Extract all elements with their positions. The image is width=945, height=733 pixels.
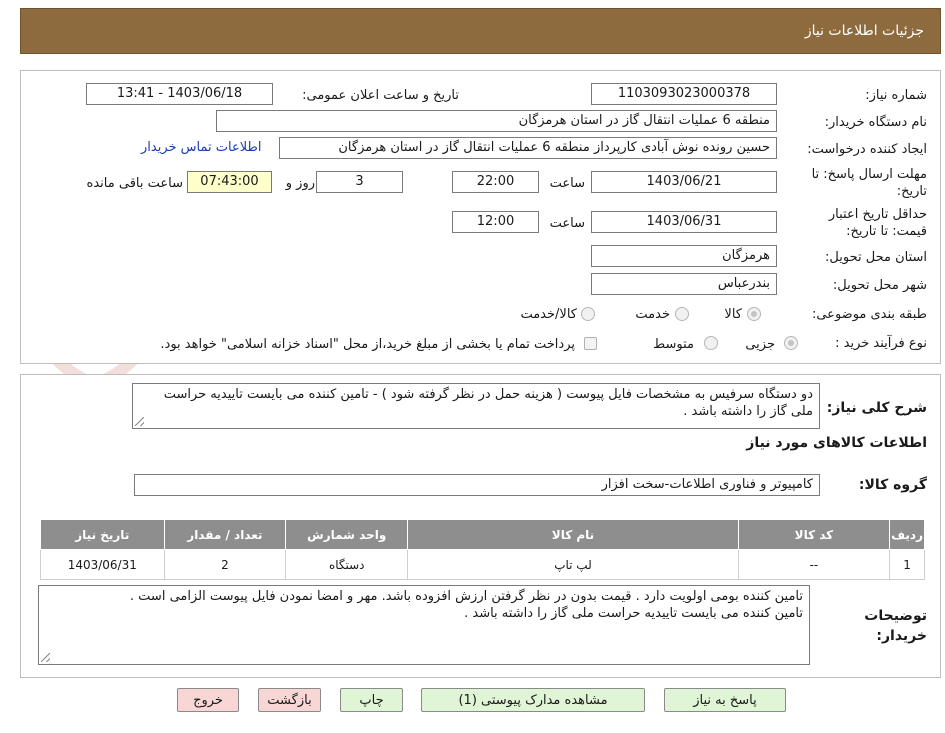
announce-label: تاریخ و ساعت اعلان عمومی: xyxy=(302,88,459,103)
process-minor-label: جزیی xyxy=(745,337,775,352)
resize-grip-icon[interactable] xyxy=(41,653,50,662)
page-title: جزئیات اطلاعات نیاز xyxy=(804,23,924,39)
back-button[interactable]: بازگشت xyxy=(258,688,321,712)
items-table: ردیف کد کالا نام کالا واحد شمارش تعداد /… xyxy=(40,519,925,580)
deadline-date-field: 1403/06/21 xyxy=(591,171,777,193)
view-attachments-button[interactable]: مشاهده مدارک پیوستی (1) xyxy=(421,688,645,712)
page-header: جزئیات اطلاعات نیاز xyxy=(20,8,941,54)
notes-label: توضیحات خریدار: xyxy=(864,608,927,644)
province-label: استان محل تحویل: xyxy=(825,250,927,265)
need-number-field: 1103093023000378 xyxy=(591,83,777,105)
notes-line-1: تامین کننده بومی اولویت دارد . قیمت بدون… xyxy=(129,589,803,604)
requester-label: ایجاد کننده درخواست: xyxy=(807,142,927,157)
goods-group-label: گروه کالا: xyxy=(858,477,927,493)
buyer-org-field: منطقه 6 عملیات انتقال گاز در استان هرمزگ… xyxy=(216,110,777,132)
announce-field: 1403/06/18 - 13:41 xyxy=(86,83,273,105)
days-label: روز و xyxy=(285,176,315,191)
requester-field: حسین رونده نوش آبادی کارپرداز منطقه 6 عم… xyxy=(279,137,777,159)
payment-note: پرداخت تمام یا بخشی از مبلغ خرید،از محل … xyxy=(160,337,575,352)
buyer-org-label: نام دستگاه خریدار: xyxy=(824,115,927,130)
category-goods-service-label: کالا/خدمت xyxy=(520,307,577,322)
goods-group-field: کامپیوتر و فناوری اطلاعات-سخت افزار xyxy=(134,474,820,496)
category-label: طبقه بندی موضوعی: xyxy=(811,307,927,322)
category-goods-service-radio[interactable] xyxy=(581,307,595,321)
exit-button[interactable]: خروج xyxy=(177,688,239,712)
table-row[interactable]: 1 -- لپ تاپ دستگاه 2 1403/06/31 xyxy=(40,549,925,580)
col-code: کد کالا xyxy=(737,519,891,550)
col-unit: واحد شمارش xyxy=(285,519,409,550)
validity-label: حداقل تاریخ اعتبار قیمت: تا تاریخ: xyxy=(828,207,927,239)
process-minor-radio[interactable] xyxy=(784,336,798,350)
cell-code: -- xyxy=(737,549,891,580)
reply-button[interactable]: پاسخ به نیاز xyxy=(664,688,786,712)
validity-time-field: 12:00 xyxy=(452,211,539,233)
deadline-time-field: 22:00 xyxy=(452,171,539,193)
need-number-label: شماره نیاز: xyxy=(865,88,927,103)
col-row: ردیف xyxy=(889,519,925,550)
table-header-row: ردیف کد کالا نام کالا واحد شمارش تعداد /… xyxy=(40,519,925,550)
cell-qty: 2 xyxy=(163,549,287,580)
col-date: تاریخ نیاز xyxy=(40,519,165,550)
city-field: بندرعباس xyxy=(591,273,777,295)
category-service-radio[interactable] xyxy=(675,307,689,321)
category-goods-radio[interactable] xyxy=(747,307,761,321)
days-field: 3 xyxy=(316,171,403,193)
remaining-label: ساعت باقی مانده xyxy=(86,176,183,191)
summary-label: شرح کلی نیاز: xyxy=(826,400,927,416)
resize-grip-icon[interactable] xyxy=(135,417,144,426)
summary-textarea[interactable]: دو دستگاه سرفیس به مشخصات فایل پیوست ( ه… xyxy=(132,383,820,429)
items-section-title: اطلاعات کالاهای مورد نیاز xyxy=(746,435,927,451)
process-label: نوع فرآیند خرید : xyxy=(835,336,927,351)
cell-row: 1 xyxy=(889,549,925,580)
print-button[interactable]: چاپ xyxy=(340,688,403,712)
notes-line-2: تامین کننده می بایست تاییدیه حراست ملی گ… xyxy=(464,606,803,621)
cell-date: 1403/06/31 xyxy=(40,549,165,580)
cell-unit: دستگاه xyxy=(285,549,409,580)
validity-date-field: 1403/06/31 xyxy=(591,211,777,233)
province-field: هرمزگان xyxy=(591,245,777,267)
col-qty: تعداد / مقدار xyxy=(163,519,287,550)
process-medium-label: متوسط xyxy=(653,337,694,352)
col-name: نام کالا xyxy=(407,519,739,550)
deadline-time-label: ساعت xyxy=(549,176,585,191)
city-label: شهر محل تحویل: xyxy=(832,278,927,293)
process-medium-radio[interactable] xyxy=(704,336,718,350)
validity-time-label: ساعت xyxy=(549,216,585,231)
cell-name: لپ تاپ xyxy=(407,549,739,580)
category-goods-label: کالا xyxy=(724,307,742,322)
category-service-label: خدمت xyxy=(635,307,670,322)
notes-textarea[interactable]: تامین کننده بومی اولویت دارد . قیمت بدون… xyxy=(38,585,810,665)
treasury-checkbox[interactable] xyxy=(584,337,597,350)
deadline-label: مهلت ارسال پاسخ: تا تاریخ: xyxy=(811,167,927,199)
buyer-contact-link[interactable]: اطلاعات تماس خریدار xyxy=(141,140,261,155)
remaining-time-field: 07:43:00 xyxy=(187,171,272,193)
summary-text: دو دستگاه سرفیس به مشخصات فایل پیوست ( ه… xyxy=(163,387,813,419)
